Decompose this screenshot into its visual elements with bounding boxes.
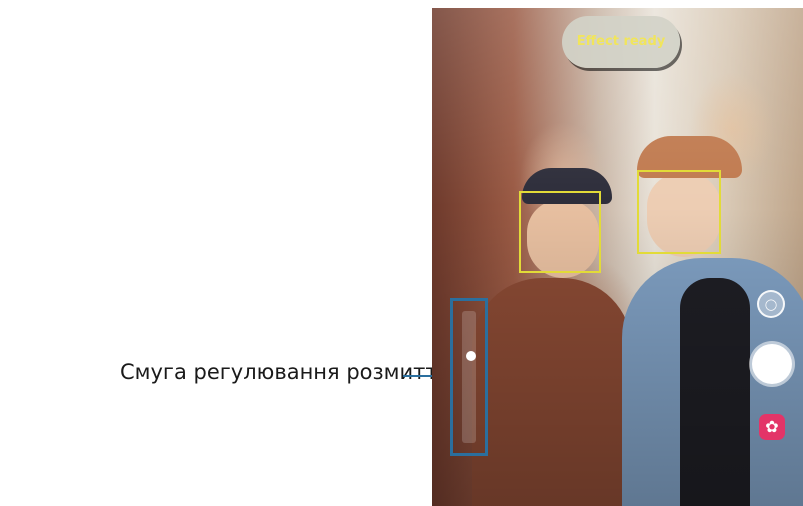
blur-slider-handle[interactable] [466,351,476,361]
camera-switch-icon[interactable]: ◯ [757,290,785,318]
blur-adjustment-slider[interactable] [450,298,488,456]
effect-ready-label: Effect ready [576,34,666,49]
effect-ready-button[interactable]: Effect ready [562,16,680,68]
face-detection-box-left [519,191,601,273]
camera-switch-glyph: ◯ [764,297,778,311]
blur-slider-track[interactable] [462,311,476,443]
camera-preview[interactable]: Effect ready ◯ ✿ [432,8,803,506]
shutter-button[interactable] [752,344,792,384]
flower-effects-icon[interactable]: ✿ [759,414,785,440]
face-detection-box-right [637,170,721,254]
